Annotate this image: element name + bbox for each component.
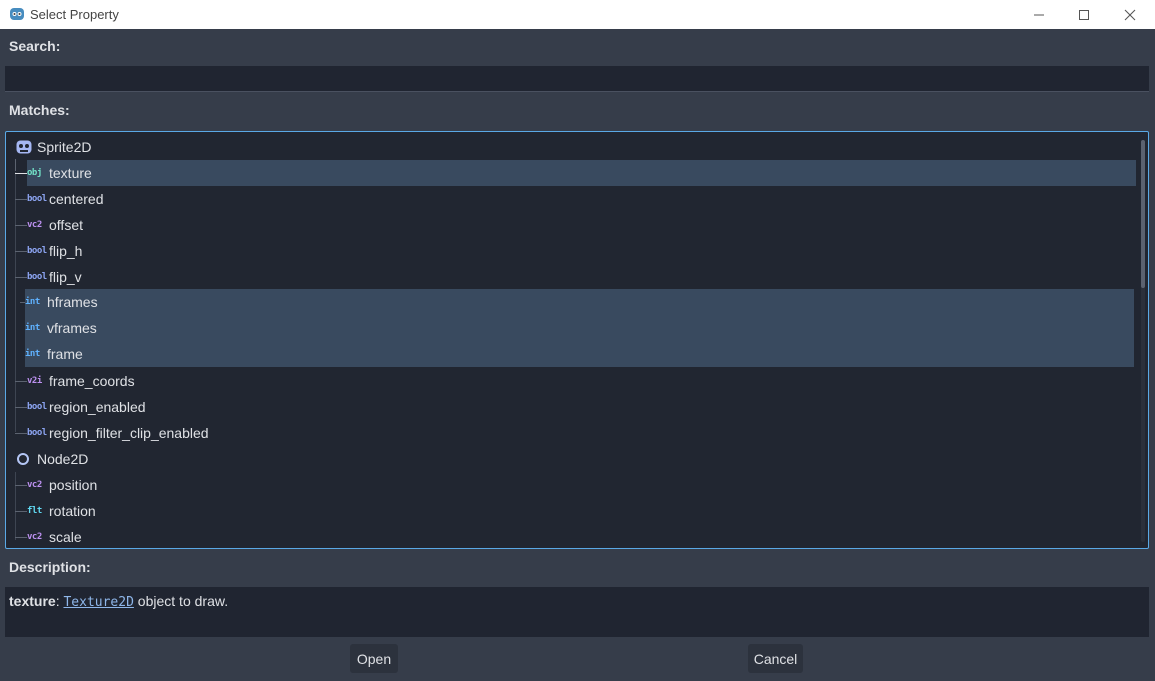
- property-label: frame_coords: [49, 373, 135, 389]
- tree-guide-line: [15, 381, 27, 382]
- window-title: Select Property: [30, 7, 119, 22]
- tree-guide-line: [15, 485, 27, 486]
- matches-label: Matches:: [9, 102, 70, 118]
- tree-item-rotation[interactable]: flt rotation: [6, 498, 1136, 524]
- tree-guide-line: [15, 407, 27, 408]
- property-tree[interactable]: Sprite2D obj texture bool centered vc2 o…: [5, 131, 1149, 549]
- tree-guide-line: [15, 199, 27, 200]
- node2d-icon: [17, 453, 29, 465]
- tree-category-label: Sprite2D: [37, 139, 92, 155]
- tree-item-flip-h[interactable]: bool flip_h: [6, 238, 1136, 264]
- tree-item-frame[interactable]: int frame: [6, 341, 1136, 367]
- description-panel: texture: Texture2D object to draw.: [5, 587, 1149, 637]
- vector2i-type-icon: v2i: [27, 376, 42, 386]
- tree-item-position[interactable]: vc2 position: [6, 472, 1136, 498]
- tree-guide-line: [15, 511, 27, 512]
- open-button[interactable]: Open: [350, 644, 398, 673]
- tree-item-offset[interactable]: vc2 offset: [6, 212, 1136, 238]
- selection-highlight: [25, 289, 1134, 315]
- tree-item-region-filter-clip-enabled[interactable]: bool region_filter_clip_enabled: [6, 420, 1136, 446]
- property-label: flip_h: [49, 243, 83, 259]
- tree-category-node2d[interactable]: Node2D: [6, 446, 1136, 472]
- tree-scrollbar-thumb[interactable]: [1141, 140, 1145, 288]
- tree-guide-line: [15, 173, 27, 174]
- description-label: Description:: [9, 559, 91, 575]
- search-input[interactable]: [5, 66, 1149, 92]
- bool-type-icon: bool: [27, 194, 47, 204]
- texture2d-link[interactable]: Texture2D: [63, 595, 133, 610]
- tree-item-frame-coords[interactable]: v2i frame_coords: [6, 368, 1136, 394]
- tree-item-vframes[interactable]: int vframes: [6, 315, 1136, 341]
- description-rest: object to draw.: [133, 593, 229, 609]
- bool-type-icon: bool: [27, 246, 47, 256]
- tree-item-flip-v[interactable]: bool flip_v: [6, 264, 1136, 290]
- property-label: hframes: [47, 294, 98, 310]
- obj-type-icon: obj: [27, 168, 42, 178]
- tree-category-sprite2d[interactable]: Sprite2D: [6, 134, 1136, 160]
- property-label: region_filter_clip_enabled: [49, 425, 209, 441]
- tree-category-label: Node2D: [37, 451, 89, 467]
- int-type-icon: int: [25, 349, 40, 359]
- property-label: vframes: [47, 320, 97, 336]
- property-label: offset: [49, 217, 83, 233]
- vector2-type-icon: vc2: [27, 532, 42, 542]
- close-window-button[interactable]: [1107, 0, 1153, 29]
- bool-type-icon: bool: [27, 402, 47, 412]
- property-label: rotation: [49, 503, 96, 519]
- minimize-icon: [1034, 14, 1044, 15]
- tree-item-centered[interactable]: bool centered: [6, 186, 1136, 212]
- float-type-icon: flt: [27, 506, 42, 516]
- int-type-icon: int: [25, 297, 40, 307]
- bool-type-icon: bool: [27, 428, 47, 438]
- property-label: texture: [49, 165, 92, 181]
- selection-highlight: [27, 160, 1136, 186]
- int-type-icon: int: [25, 323, 40, 333]
- select-property-dialog: Search: Matches: Sprite2D obj texture bo…: [0, 29, 1155, 681]
- selection-highlight: [25, 315, 1134, 341]
- property-label: scale: [49, 529, 82, 545]
- tree-item-scale[interactable]: vc2 scale: [6, 524, 1136, 548]
- tree-item-hframes[interactable]: int hframes: [6, 289, 1136, 315]
- description-text: texture: Texture2D object to draw.: [9, 593, 228, 610]
- tree-guide-line: [15, 251, 27, 252]
- maximize-button[interactable]: [1061, 0, 1107, 29]
- cancel-button[interactable]: Cancel: [748, 644, 803, 673]
- vector2-type-icon: vc2: [27, 480, 42, 490]
- close-icon: [1124, 9, 1136, 20]
- property-label: region_enabled: [49, 399, 146, 415]
- description-property-name: texture: [9, 593, 56, 609]
- tree-item-texture[interactable]: obj texture: [6, 160, 1136, 186]
- selection-highlight: [25, 341, 1134, 367]
- property-label: centered: [49, 191, 104, 207]
- property-label: flip_v: [49, 269, 82, 285]
- tree-guide-line: [15, 225, 27, 226]
- maximize-icon: [1079, 9, 1089, 20]
- tree-item-region-enabled[interactable]: bool region_enabled: [6, 394, 1136, 420]
- tree-guide-line: [15, 433, 27, 434]
- bool-type-icon: bool: [27, 272, 47, 282]
- godot-app-icon: [10, 8, 24, 20]
- property-label: frame: [47, 346, 83, 362]
- tree-guide-line: [15, 537, 27, 538]
- search-label: Search:: [9, 38, 61, 54]
- vector2-type-icon: vc2: [27, 220, 42, 230]
- minimize-button[interactable]: [1016, 0, 1062, 29]
- sprite2d-icon: [16, 140, 32, 154]
- property-label: position: [49, 477, 98, 493]
- window-titlebar: Select Property: [0, 0, 1155, 29]
- tree-guide-line: [15, 277, 27, 278]
